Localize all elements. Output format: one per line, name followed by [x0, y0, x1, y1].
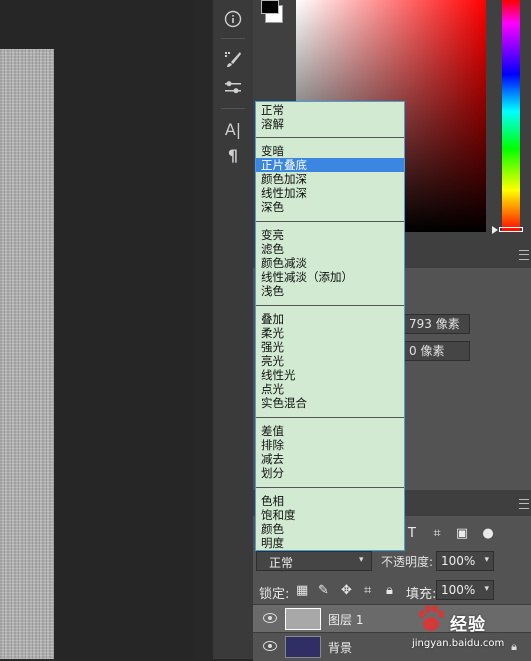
menu-divider: [256, 417, 404, 418]
fill-value: 100%: [441, 583, 476, 597]
toolbar-divider: [221, 38, 245, 39]
blend-group-component: 色相 饱和度 颜色 明度: [256, 494, 404, 550]
height-field[interactable]: 0 像素: [404, 341, 470, 361]
blend-group-inversion: 差值 排除 减去 划分: [256, 424, 404, 480]
blend-group-normal: 正常 溶解: [256, 103, 404, 131]
blend-option[interactable]: 颜色加深: [256, 172, 404, 186]
blend-option[interactable]: 线性减淡（添加）: [256, 270, 404, 284]
baidu-paw-logo: [419, 605, 444, 631]
adjust-sliders-icon[interactable]: [221, 76, 245, 98]
blend-option[interactable]: 叠加: [256, 312, 404, 326]
lock-transparent-icon[interactable]: ▦: [296, 583, 308, 598]
panel-icon-strip: A| ¶: [212, 0, 254, 659]
lock-paint-icon[interactable]: ✎: [318, 583, 329, 598]
layer-name: 背景: [328, 641, 353, 655]
blend-group-contrast: 叠加 柔光 强光 亮光 线性光 点光 实色混合: [256, 312, 404, 410]
blend-mode-select[interactable]: 正常 ▾: [256, 551, 372, 571]
opacity-value: 100%: [441, 554, 476, 568]
chevron-down-icon: ▾: [359, 555, 364, 565]
chevron-down-icon[interactable]: ▾: [484, 555, 489, 565]
blend-option[interactable]: 亮光: [256, 354, 404, 368]
menu-divider: [256, 487, 404, 488]
layer-thumbnail: [285, 608, 321, 630]
blend-option[interactable]: 颜色: [256, 522, 404, 536]
lock-icon: 🔒︎: [511, 640, 517, 653]
blend-mode-value: 正常: [269, 556, 294, 570]
layer-name: 图层 1: [328, 613, 364, 627]
blend-option[interactable]: 浅色: [256, 284, 404, 298]
filter-toggle-icon[interactable]: ●: [481, 527, 495, 541]
blend-option[interactable]: 色相: [256, 494, 404, 508]
lock-all-icon[interactable]: 🔒︎: [386, 583, 393, 598]
hue-slider-handle[interactable]: [492, 226, 498, 234]
watermark-brand: 经验: [450, 615, 486, 635]
visibility-eye-icon[interactable]: [263, 613, 277, 623]
blend-option[interactable]: 划分: [256, 466, 404, 480]
visibility-eye-icon[interactable]: [263, 641, 277, 651]
blend-option[interactable]: 饱和度: [256, 508, 404, 522]
shape-filter-icon[interactable]: ⌗: [430, 527, 444, 541]
type-filter-icon[interactable]: T: [405, 527, 419, 541]
paragraph-icon[interactable]: ¶: [221, 144, 245, 166]
menu-divider: [256, 137, 404, 138]
layer-thumbnail: [285, 636, 321, 658]
lock-artboard-icon[interactable]: ⌗: [364, 583, 371, 598]
opacity-field[interactable]: 100% ▾: [436, 551, 494, 571]
blend-group-darken: 变暗 正片叠底 颜色加深 线性加深 深色: [256, 144, 404, 214]
hue-selection-marker: [499, 227, 523, 232]
blend-option[interactable]: 强光: [256, 340, 404, 354]
blend-option[interactable]: 颜色减淡: [256, 256, 404, 270]
blend-option[interactable]: 深色: [256, 200, 404, 214]
toolbar-divider: [221, 108, 245, 109]
blend-option[interactable]: 点光: [256, 382, 404, 396]
blend-option[interactable]: 滤色: [256, 242, 404, 256]
blend-option[interactable]: 变亮: [256, 228, 404, 242]
chevron-down-icon[interactable]: ▾: [484, 584, 489, 594]
fill-label: 填充:: [406, 587, 437, 602]
blend-group-lighten: 变亮 滤色 颜色减淡 线性减淡（添加） 浅色: [256, 228, 404, 298]
blend-option[interactable]: 线性光: [256, 368, 404, 382]
hue-slider[interactable]: [502, 0, 520, 232]
opacity-label: 不透明度:: [381, 555, 434, 569]
blend-option[interactable]: 溶解: [256, 117, 404, 131]
smart-object-filter-icon[interactable]: ▣: [455, 527, 469, 541]
blend-mode-dropdown: 正常 溶解 变暗 正片叠底 颜色加深 线性加深 深色 变亮 滤色 颜色减淡 线性…: [255, 101, 405, 551]
document-texture: [0, 49, 54, 659]
info-icon[interactable]: [221, 8, 245, 30]
blend-option[interactable]: 变暗: [256, 144, 404, 158]
menu-divider: [256, 221, 404, 222]
width-field[interactable]: 793 像素: [404, 314, 470, 334]
fill-field[interactable]: 100% ▾: [436, 580, 494, 600]
foreground-color-swatch[interactable]: [261, 0, 279, 14]
blend-option[interactable]: 差值: [256, 424, 404, 438]
blend-option[interactable]: 正常: [256, 103, 404, 117]
blend-option[interactable]: 减去: [256, 452, 404, 466]
panel-menu-icon[interactable]: [519, 499, 529, 509]
blend-option[interactable]: 排除: [256, 438, 404, 452]
watermark-url: jingyan.baidu.com: [412, 638, 505, 649]
brush-settings-icon[interactable]: [221, 48, 245, 70]
lock-label: 锁定:: [259, 587, 290, 602]
panel-menu-icon[interactable]: [519, 250, 529, 260]
blend-option[interactable]: 实色混合: [256, 396, 404, 410]
lock-position-icon[interactable]: ✥: [341, 583, 352, 598]
blend-option[interactable]: 柔光: [256, 326, 404, 340]
blend-option-selected[interactable]: 正片叠底: [256, 158, 404, 172]
blend-option[interactable]: 线性加深: [256, 186, 404, 200]
layer-row[interactable]: 图层 1: [253, 604, 531, 633]
menu-divider: [256, 305, 404, 306]
blend-option[interactable]: 明度: [256, 536, 404, 550]
character-icon[interactable]: A|: [221, 118, 245, 140]
